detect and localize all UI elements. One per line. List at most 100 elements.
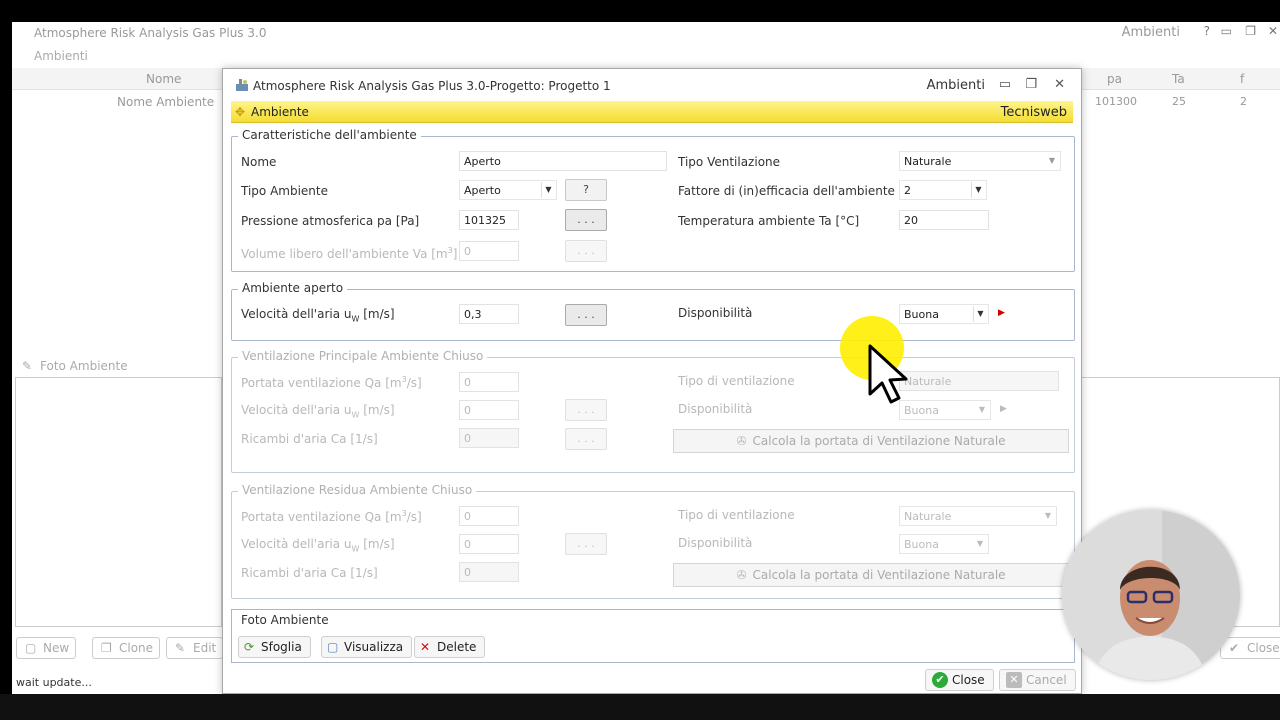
- cell-f: 2: [1240, 95, 1247, 108]
- view-icon: ▢: [327, 640, 339, 654]
- clone-button[interactable]: ❐ Clone: [92, 637, 161, 659]
- velocita-dots-button[interactable]: . . .: [565, 399, 607, 421]
- delete-icon: ✕: [420, 640, 431, 654]
- group-title: Foto Ambiente: [241, 613, 329, 627]
- velocita-dots-button[interactable]: . . .: [565, 304, 607, 326]
- ventilazione-residua-group: Ventilazione Residua Ambiente Chiuso Por…: [231, 483, 1075, 599]
- section-header-bar: ✥ Ambiente Tecnisweb: [231, 101, 1073, 123]
- velocita-field[interactable]: 0,3: [459, 304, 519, 324]
- disponibilita-label: Disponibilità: [678, 536, 753, 550]
- minimize-icon[interactable]: ▭: [1221, 24, 1232, 38]
- arrow-icon: ✥: [235, 105, 246, 119]
- visualizza-button[interactable]: ▢ Visualizza: [321, 636, 413, 658]
- chevron-down-icon: ▼: [541, 182, 555, 198]
- chevron-down-icon: ▼: [971, 182, 985, 198]
- dialog-close-icon[interactable]: ✕: [1054, 77, 1065, 92]
- fan-icon: ✇: [736, 568, 747, 582]
- tipo-ventilazione-select[interactable]: Naturale ▼: [899, 151, 1061, 171]
- col-header-pa[interactable]: pa: [1107, 72, 1122, 86]
- portata-label: Portata ventilazione Qa [m3/s]: [241, 375, 422, 390]
- velocita-field[interactable]: 0: [459, 534, 519, 554]
- ambiente-dialog: Atmosphere Risk Analysis Gas Plus 3.0-Pr…: [222, 68, 1082, 694]
- dialog-title-right: Ambienti: [926, 78, 985, 93]
- disponibilita-select[interactable]: Buona ▼: [899, 534, 989, 554]
- help-icon[interactable]: ?: [1204, 24, 1210, 38]
- ricambi-field[interactable]: 0: [459, 428, 519, 448]
- disponibilita-select[interactable]: Buona ▼: [899, 304, 989, 324]
- tipo-ventilazione-label: Tipo di ventilazione: [678, 374, 795, 388]
- play-icon[interactable]: ▶: [998, 308, 1005, 318]
- main-title-right: Ambienti: [1121, 25, 1180, 40]
- pressione-field[interactable]: 101325: [459, 210, 519, 230]
- edit-button[interactable]: ✎ Edit: [166, 637, 224, 659]
- tipo-ventilazione-field[interactable]: Naturale: [899, 371, 1059, 391]
- disponibilita-select[interactable]: Buona ▼: [899, 400, 991, 420]
- help-button[interactable]: ?: [565, 179, 607, 201]
- calcola-portata-button[interactable]: ✇ Calcola la portata di Ventilazione Natu…: [673, 563, 1069, 587]
- volume-dots-button[interactable]: . . .: [565, 240, 607, 262]
- section-title: Ambiente: [251, 105, 309, 119]
- restore-icon[interactable]: ❐: [1245, 24, 1256, 38]
- volume-label: Volume libero dell'ambiente Va [m3]: [241, 246, 458, 261]
- disponibilita-label: Disponibilità: [678, 402, 753, 416]
- sfoglia-button[interactable]: ⟳ Sfoglia: [238, 636, 311, 658]
- group-title: Ambiente aperto: [238, 281, 348, 295]
- new-button[interactable]: ▢ New: [16, 637, 77, 659]
- chevron-down-icon: ▼: [973, 306, 987, 322]
- tipo-ventilazione-select[interactable]: Naturale ▼: [899, 506, 1057, 526]
- col-header-ta[interactable]: Ta: [1172, 72, 1185, 86]
- group-title: Caratteristiche dell'ambiente: [238, 128, 421, 142]
- nome-label: Nome: [241, 155, 277, 169]
- close-icon[interactable]: ✕: [1268, 24, 1278, 38]
- ricambi-label: Ricambi d'aria Ca [1/s]: [241, 566, 378, 580]
- portata-label: Portata ventilazione Qa [m3/s]: [241, 509, 422, 524]
- temperatura-label: Temperatura ambiente Ta [°C]: [678, 214, 860, 228]
- main-close-button[interactable]: ✔ Close: [1220, 637, 1280, 659]
- app-icon: [235, 78, 249, 95]
- nome-field[interactable]: Aperto: [459, 151, 667, 171]
- cancel-button[interactable]: ✕ Cancel: [999, 669, 1076, 691]
- velocita-field[interactable]: 0: [459, 400, 519, 420]
- cell-ta: 25: [1172, 95, 1186, 108]
- dialog-title: Atmosphere Risk Analysis Gas Plus 3.0-Pr…: [253, 79, 611, 93]
- velocita-label: Velocità dell'aria uW [m/s]: [241, 403, 395, 420]
- close-button[interactable]: ✔ Close: [925, 669, 994, 691]
- tipo-ambiente-label: Tipo Ambiente: [241, 184, 328, 198]
- portata-field[interactable]: 0: [459, 372, 519, 392]
- fattore-select[interactable]: 2 ▼: [899, 180, 987, 200]
- chevron-down-icon: ▼: [978, 405, 986, 414]
- browse-icon: ⟳: [244, 640, 255, 654]
- col-header-nome[interactable]: Nome: [146, 72, 181, 86]
- main-foto-box: [15, 377, 222, 627]
- camera-icon: ✎: [22, 359, 33, 373]
- dialog-minimize-icon[interactable]: ▭: [999, 77, 1011, 92]
- pressione-dots-button[interactable]: . . .: [565, 209, 607, 231]
- volume-field[interactable]: 0: [459, 241, 519, 261]
- cancel-icon: ✕: [1006, 672, 1022, 688]
- disponibilita-label: Disponibilità: [678, 306, 753, 320]
- fan-icon: ✇: [736, 434, 747, 448]
- chevron-down-icon: ▼: [1048, 156, 1056, 165]
- main-window-title: Atmosphere Risk Analysis Gas Plus 3.0: [34, 26, 267, 40]
- temperatura-field[interactable]: 20: [899, 210, 989, 230]
- calcola-portata-button[interactable]: ✇ Calcola la portata di Ventilazione Natu…: [673, 429, 1069, 453]
- fattore-label: Fattore di (in)efficacia dell'ambiente f…: [678, 184, 911, 198]
- edit-icon: ✎: [175, 641, 186, 655]
- dialog-restore-icon[interactable]: ❐: [1025, 77, 1037, 92]
- ricambi-field[interactable]: 0: [459, 562, 519, 582]
- col-header-f[interactable]: f: [1240, 72, 1244, 86]
- velocita-dots-button[interactable]: . . .: [565, 533, 607, 555]
- delete-button[interactable]: ✕ Delete: [414, 636, 486, 658]
- dialog-title-bar: Atmosphere Risk Analysis Gas Plus 3.0-Pr…: [223, 69, 1081, 101]
- clone-icon: ❐: [101, 641, 112, 655]
- tipo-ambiente-select[interactable]: Aperto ▼: [459, 180, 557, 200]
- tipo-ventilazione-label: Tipo di ventilazione: [678, 508, 795, 522]
- webcam-overlay: [1062, 510, 1240, 680]
- portata-field[interactable]: 0: [459, 506, 519, 526]
- bottom-black-bar: [0, 694, 1280, 720]
- play-icon[interactable]: ▶: [1000, 404, 1007, 414]
- ricambi-dots-button[interactable]: . . .: [565, 428, 607, 450]
- cell-nome: Nome Ambiente: [117, 95, 215, 109]
- mouse-cursor-icon: [868, 344, 908, 409]
- chevron-down-icon: ▼: [976, 539, 984, 548]
